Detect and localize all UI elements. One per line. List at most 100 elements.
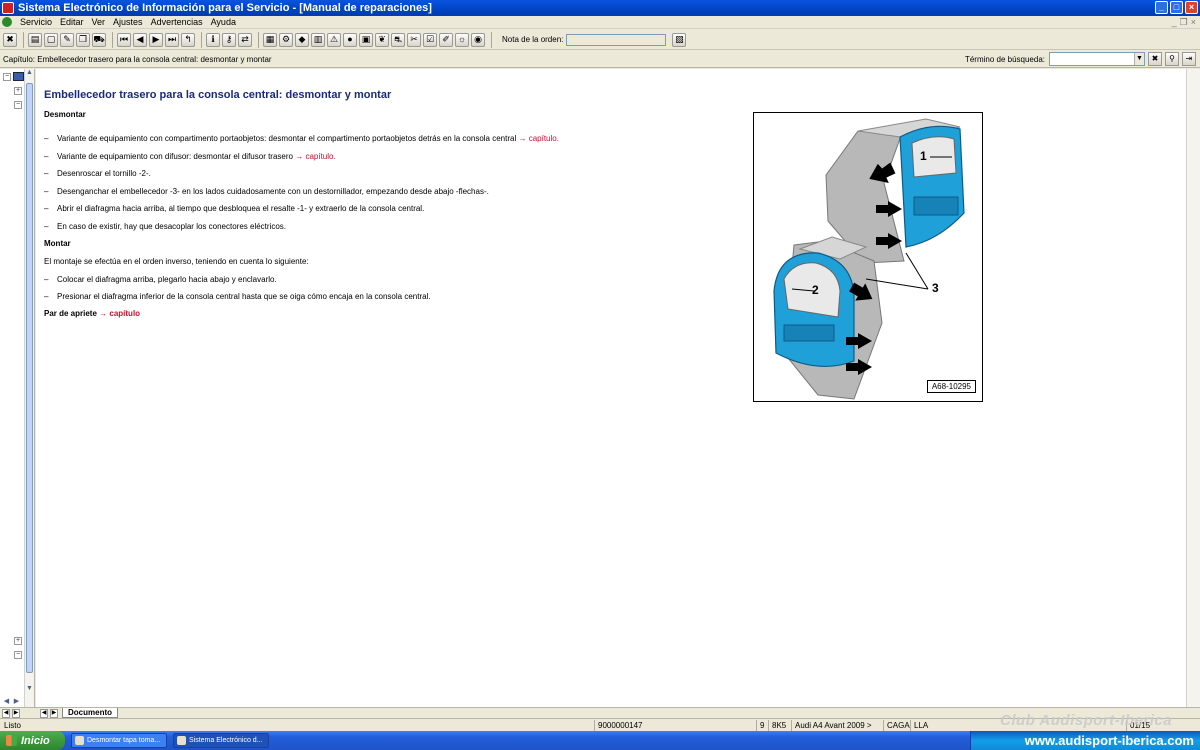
list-item: – Variante de equipamiento con difusor: d…	[44, 152, 336, 161]
list-item: – En caso de existir, hay que desacoplar …	[44, 222, 286, 231]
first-page-icon[interactable]: ⏮	[117, 32, 131, 47]
menu-ayuda[interactable]: Ayuda	[207, 17, 240, 27]
start-label: Inicio	[21, 734, 50, 747]
section-desmontar: Desmontar	[44, 110, 86, 119]
grid-icon[interactable]: ▦	[263, 32, 277, 47]
menu-servicio[interactable]: Servicio	[16, 17, 56, 27]
world-icon[interactable]: ◉	[471, 32, 485, 47]
status-ready: Listo	[4, 721, 21, 730]
path-bar: Capítulo: Embellecedor trasero para la c…	[0, 51, 1200, 68]
nota-apply-icon[interactable]: ▧	[672, 32, 687, 47]
toolbar-separator	[201, 31, 202, 48]
tree-collapse-icon[interactable]: −	[14, 651, 22, 659]
next-icon[interactable]: ▶	[149, 32, 163, 47]
settings-icon[interactable]: ⚙	[279, 32, 293, 47]
menu-advertencias[interactable]: Advertencias	[147, 17, 207, 27]
callout-2: 2	[812, 283, 819, 297]
figure-illustration: 1 2 3 A68-10295	[753, 112, 983, 402]
print-icon[interactable]: ▤	[28, 32, 42, 47]
search-clear-icon[interactable]: ✖	[1148, 52, 1162, 66]
scroll-left-icon[interactable]: ◀	[2, 697, 11, 706]
search-binoculars-icon[interactable]: ⚲	[1165, 52, 1179, 66]
chevron-down-icon[interactable]: ▼	[1134, 53, 1144, 65]
table-icon[interactable]: ▥	[311, 32, 325, 47]
window-controls: _ □ ×	[1155, 1, 1198, 14]
search-input[interactable]: ▼	[1049, 52, 1145, 66]
tab-last-icon[interactable]: ▶	[50, 709, 58, 718]
car-body-icon[interactable]: ⛐	[391, 32, 405, 47]
taskbar-item-label: Sistema Electrónico d...	[189, 737, 263, 744]
tree-expand-icon[interactable]: +	[14, 87, 22, 95]
menu-editar[interactable]: Editar	[56, 17, 88, 27]
list-item: – Colocar el diafragma arriba, plegarlo h…	[44, 275, 277, 284]
car-icon[interactable]: ⛟	[92, 32, 106, 47]
tab-prev-icon[interactable]: ▶	[12, 709, 20, 718]
up-level-icon[interactable]: ↰	[181, 32, 195, 47]
minimize-button[interactable]: _	[1155, 1, 1168, 14]
callout-1: 1	[920, 149, 927, 163]
tab-documento[interactable]: Documento	[62, 708, 118, 718]
nota-input[interactable]	[566, 33, 667, 46]
menu-ver[interactable]: Ver	[88, 17, 110, 27]
status-model-name: Audi A4 Avant 2009 >	[791, 720, 875, 731]
navigation-tree: − + − + − ▲ ▼ ◀ ▶	[0, 69, 35, 707]
page-icon[interactable]: ▢	[44, 32, 58, 47]
swap-icon[interactable]: ⇄	[238, 32, 252, 47]
close-button[interactable]: ×	[1185, 1, 1198, 14]
checklist-icon[interactable]: ☑	[423, 32, 437, 47]
book-icon	[13, 72, 24, 81]
tool-icon[interactable]: ✂	[407, 32, 421, 47]
bullet-dash: –	[44, 187, 49, 196]
bullet-dash: –	[44, 152, 49, 161]
tree-expand-icon[interactable]: +	[14, 637, 22, 645]
tree-scroll-thumb[interactable]	[26, 83, 33, 673]
tab-first-icon[interactable]: ◀	[2, 709, 10, 718]
taskbar-item-active[interactable]: Sistema Electrónico d...	[173, 733, 269, 748]
list-item: – Desenganchar el embellecedor -3- en los…	[44, 187, 489, 196]
tab-next-icon[interactable]: ◀	[40, 709, 48, 718]
mdi-close-icon[interactable]: ×	[1191, 17, 1196, 28]
tree-collapse-icon[interactable]: −	[14, 101, 22, 109]
warning-icon[interactable]: ⚠	[327, 32, 341, 47]
chapter-link[interactable]: → capítulo.	[295, 152, 335, 161]
par-label: Par de apriete	[44, 309, 97, 318]
tree-scrollbar[interactable]: ▲ ▼	[24, 69, 34, 707]
exit-icon[interactable]: ✖	[3, 32, 17, 47]
menu-ajustes[interactable]: Ajustes	[109, 17, 147, 27]
scroll-down-icon[interactable]: ▼	[25, 685, 34, 694]
document-pane: Embellecedor trasero para la consola cen…	[36, 69, 1186, 707]
globe-icon[interactable]: ●	[343, 32, 357, 47]
title-bar[interactable]: Sistema Electrónico de Información para …	[0, 0, 1200, 16]
copy-icon[interactable]: ❐	[76, 32, 90, 47]
scroll-up-icon[interactable]: ▲	[25, 69, 34, 78]
chapter-link[interactable]: → capítulo	[99, 309, 140, 318]
lamp-icon[interactable]: ☼	[455, 32, 469, 47]
edit-icon[interactable]: ✎	[60, 32, 74, 47]
chapter-link[interactable]: → capítulo.	[518, 134, 558, 143]
step-text: Colocar el diafragma arriba, plegarlo ha…	[57, 275, 277, 284]
mdi-controls: _ ❐ ×	[1172, 17, 1196, 28]
info-icon[interactable]: ℹ	[206, 32, 220, 47]
toolbar-separator	[491, 31, 492, 48]
step-text: Variante de equipamiento con compartimen…	[57, 134, 517, 143]
search-go-icon[interactable]: ⇥	[1182, 52, 1196, 66]
leaf-icon[interactable]: ❦	[375, 32, 389, 47]
status-field-9: 9	[756, 720, 767, 731]
document-scrollbar[interactable]	[1186, 69, 1200, 707]
last-page-icon[interactable]: ⏭	[165, 32, 179, 47]
start-button[interactable]: Inicio	[0, 731, 65, 750]
system-tray: www.audisport-iberica.com	[970, 731, 1200, 750]
key-icon[interactable]: ⚷	[222, 32, 236, 47]
diagram-icon[interactable]: ✐	[439, 32, 453, 47]
taskbar-item[interactable]: Desmontar tapa toma...	[71, 733, 167, 748]
tree-collapse-icon[interactable]: −	[3, 73, 11, 81]
app-logo-icon	[2, 17, 12, 27]
mdi-restore-icon[interactable]: ❐	[1180, 17, 1188, 28]
repair-icon[interactable]: ◆	[295, 32, 309, 47]
mdi-minimize-icon[interactable]: _	[1172, 17, 1177, 28]
app-window: Sistema Electrónico de Información para …	[0, 0, 1200, 750]
maximize-button[interactable]: □	[1170, 1, 1183, 14]
clipboard-icon[interactable]: ▣	[359, 32, 373, 47]
scroll-right-icon[interactable]: ▶	[12, 697, 21, 706]
previous-icon[interactable]: ◀	[133, 32, 147, 47]
